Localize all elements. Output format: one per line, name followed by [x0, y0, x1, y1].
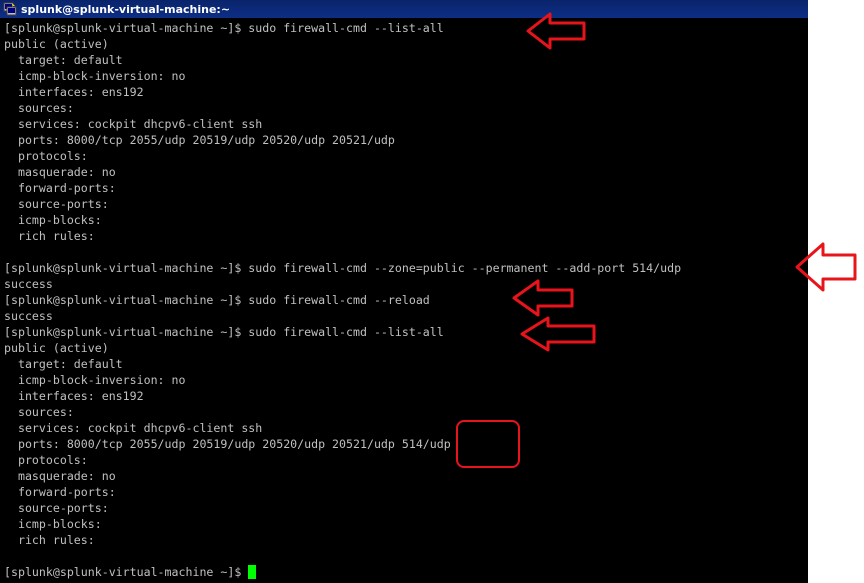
- terminal-line: rich rules:: [4, 533, 95, 547]
- putty-terminal-icon: [3, 2, 17, 16]
- terminal-line: [splunk@splunk-virtual-machine ~]$ sudo …: [4, 293, 430, 307]
- terminal-line: ports: 8000/tcp 2055/udp 20519/udp 20520…: [4, 437, 451, 451]
- highlight-box-514-udp: [456, 420, 520, 468]
- terminal-line: icmp-block-inversion: no: [4, 373, 186, 387]
- text-cursor: [248, 565, 257, 579]
- terminal-line: target: default: [4, 53, 123, 67]
- terminal-line: [splunk@splunk-virtual-machine ~]$ sudo …: [4, 261, 682, 275]
- terminal-line: protocols:: [4, 149, 88, 163]
- terminal-window: splunk@splunk-virtual-machine:~ [splunk@…: [0, 0, 808, 583]
- terminal-line: services: cockpit dhcpv6-client ssh: [4, 421, 263, 435]
- terminal-line: success: [4, 277, 53, 291]
- terminal-line: masquerade: no: [4, 165, 116, 179]
- terminal-line: protocols:: [4, 453, 88, 467]
- title-bar[interactable]: splunk@splunk-virtual-machine:~: [0, 0, 808, 18]
- terminal-line: icmp-blocks:: [4, 213, 102, 227]
- terminal-line: rich rules:: [4, 229, 95, 243]
- terminal-line: success: [4, 309, 53, 323]
- terminal-line: services: cockpit dhcpv6-client ssh: [4, 117, 263, 131]
- terminal-line: ports: 8000/tcp 2055/udp 20519/udp 20520…: [4, 133, 395, 147]
- terminal-line: interfaces: ens192: [4, 389, 144, 403]
- terminal-line: public (active): [4, 37, 109, 51]
- terminal-line: sources:: [4, 405, 74, 419]
- terminal-line: public (active): [4, 341, 109, 355]
- terminal-line: icmp-block-inversion: no: [4, 69, 186, 83]
- window-title: splunk@splunk-virtual-machine:~: [21, 2, 231, 16]
- terminal-line: source-ports:: [4, 197, 109, 211]
- terminal-line: [splunk@splunk-virtual-machine ~]$ sudo …: [4, 21, 444, 35]
- prompt-text: [splunk@splunk-virtual-machine ~]$: [4, 565, 249, 579]
- terminal-line: masquerade: no: [4, 469, 116, 483]
- terminal-line: target: default: [4, 357, 123, 371]
- terminal-line: interfaces: ens192: [4, 85, 144, 99]
- terminal-line: [splunk@splunk-virtual-machine ~]$ sudo …: [4, 325, 444, 339]
- terminal-line: forward-ports:: [4, 485, 116, 499]
- terminal-line: forward-ports:: [4, 181, 116, 195]
- terminal-line: sources:: [4, 101, 74, 115]
- terminal-line: source-ports:: [4, 501, 109, 515]
- terminal-line: [splunk@splunk-virtual-machine ~]$: [4, 564, 804, 580]
- terminal-output[interactable]: [splunk@splunk-virtual-machine ~]$ sudo …: [4, 20, 804, 580]
- terminal-line: icmp-blocks:: [4, 517, 102, 531]
